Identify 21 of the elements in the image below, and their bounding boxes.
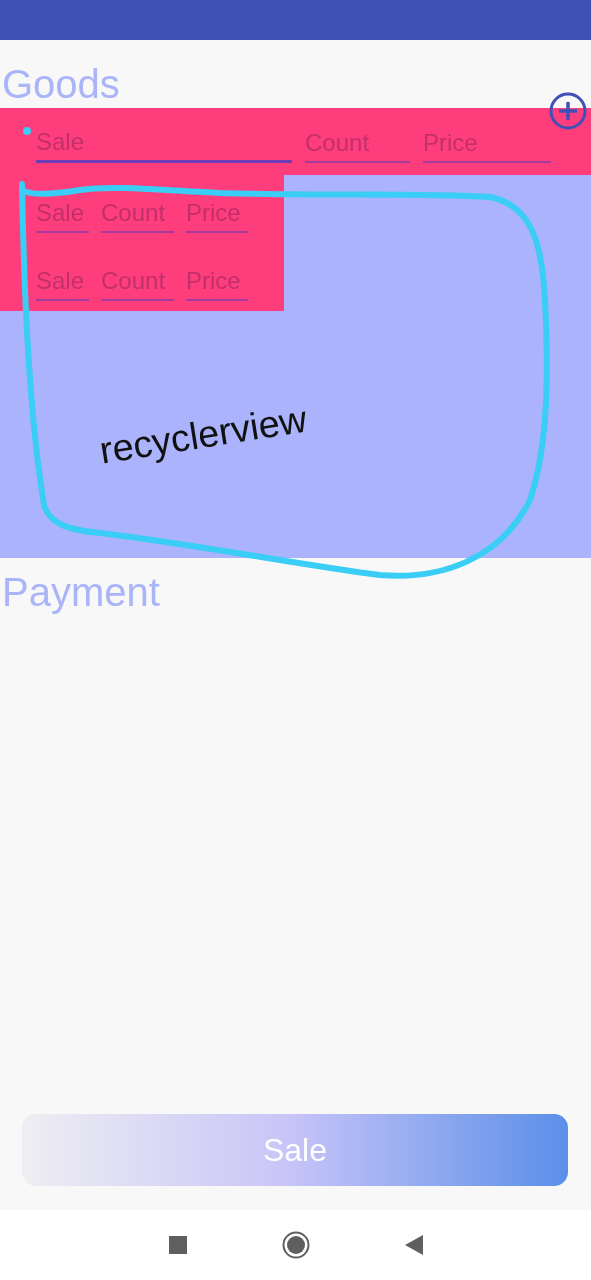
input-field[interactable]: Count (101, 199, 174, 233)
home-button[interactable] (281, 1231, 310, 1259)
input-field[interactable]: Sale (36, 128, 292, 163)
input-field[interactable]: Price (186, 199, 248, 233)
input-field[interactable]: Count (305, 129, 410, 163)
input-field[interactable]: Price (423, 129, 551, 163)
back-button[interactable] (404, 1235, 423, 1255)
home-circle-icon (281, 1231, 310, 1259)
back-triangle-icon (404, 1235, 423, 1255)
section-title: Payment (1, 569, 161, 616)
square-icon (168, 1236, 187, 1254)
plus-icon (549, 92, 587, 130)
section-title: Goods (1, 61, 121, 108)
recents-button[interactable] (168, 1236, 187, 1254)
add-button[interactable] (549, 92, 587, 130)
input-field[interactable]: Sale (36, 199, 89, 233)
sale-button[interactable]: Sale (22, 1114, 568, 1186)
input-field[interactable]: Price (186, 267, 248, 301)
input-field[interactable]: Sale (36, 267, 89, 301)
annotation-text: recyclerview (96, 397, 310, 473)
input-field[interactable]: Count (101, 267, 174, 301)
